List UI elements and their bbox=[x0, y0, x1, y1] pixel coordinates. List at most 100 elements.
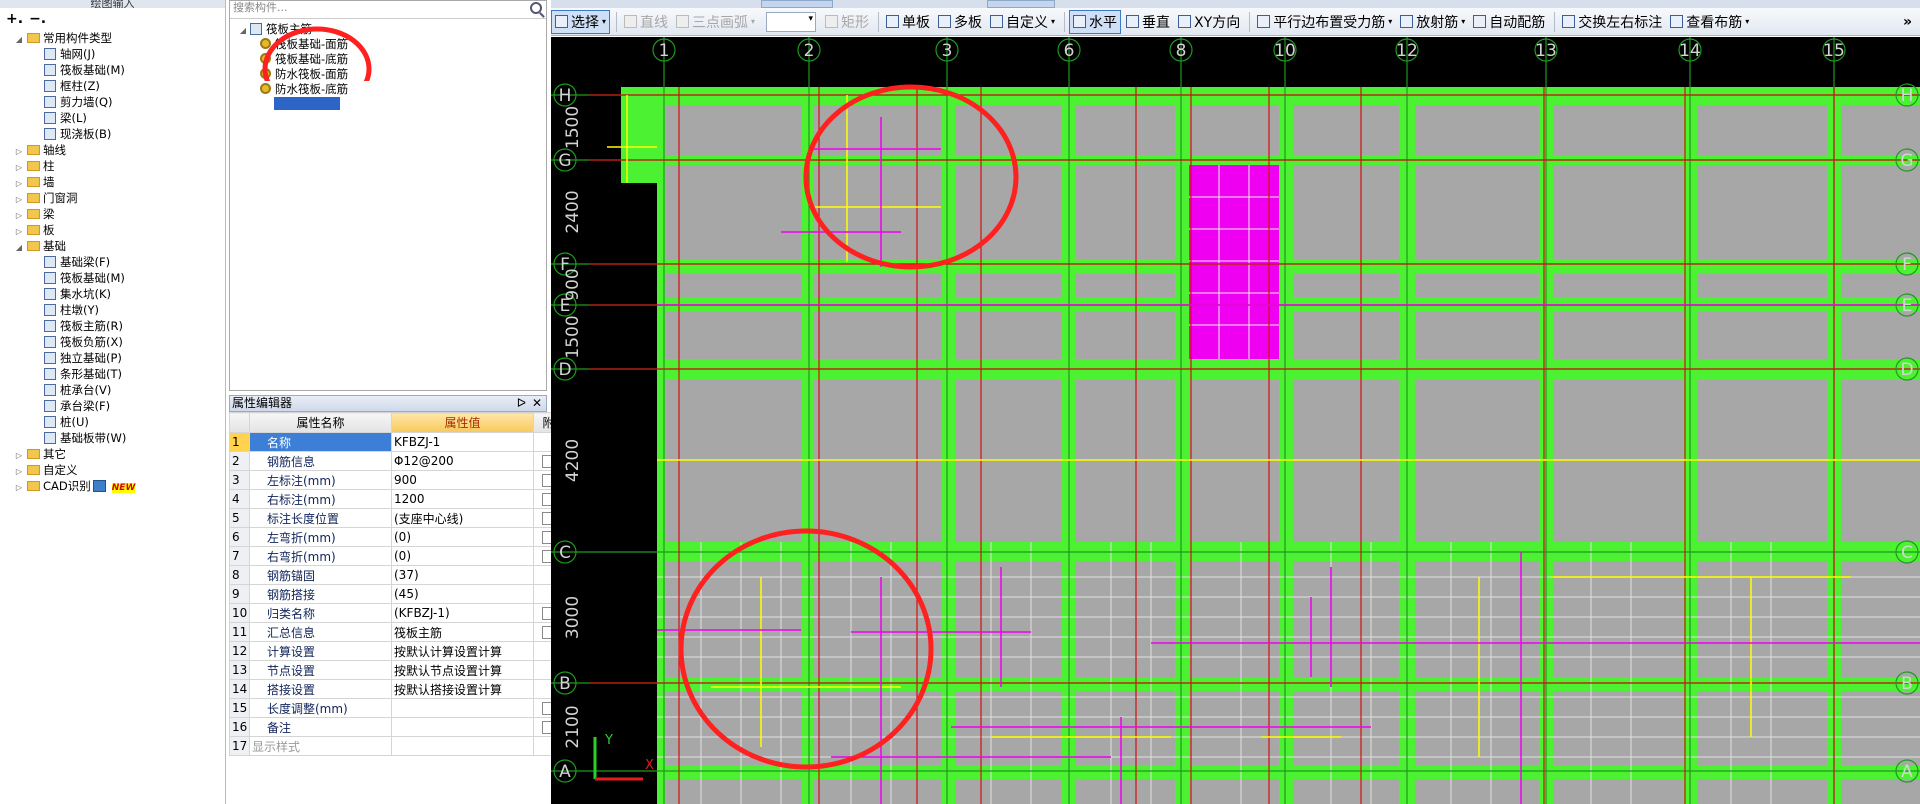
tree-folder[interactable]: ▷ 门窗洞 bbox=[0, 190, 225, 206]
property-row[interactable]: 8 钢筋锚固 (37) bbox=[229, 565, 564, 585]
arc-button[interactable]: 三点画弧 ▾ bbox=[673, 10, 758, 34]
dropdown-arrow-icon[interactable]: ▾ bbox=[1461, 17, 1465, 26]
tree-item[interactable]: 筏板主筋(R) bbox=[0, 318, 225, 334]
view-rebar-button[interactable]: 查看布筋 ▾ bbox=[1667, 10, 1752, 34]
property-row[interactable]: 14 搭接设置 按默认搭接设置计算 bbox=[229, 679, 564, 699]
property-value[interactable]: KFBZJ-1 bbox=[391, 432, 534, 452]
property-row[interactable]: 16 备注 bbox=[229, 717, 564, 737]
dropdown-arrow-icon[interactable]: ▾ bbox=[602, 17, 606, 26]
horizontal-button[interactable]: 水平 bbox=[1069, 9, 1122, 34]
tree-item[interactable]: 独立基础(P) bbox=[0, 350, 225, 366]
tree-folder[interactable]: ◢ 基础 bbox=[0, 238, 225, 254]
tree-item[interactable]: 柱墩(Y) bbox=[0, 302, 225, 318]
pin-icon[interactable]: ᐅ bbox=[517, 396, 526, 411]
property-row[interactable]: 4 右标注(mm) 1200 bbox=[229, 489, 564, 509]
property-row[interactable]: 11 汇总信息 筏板主筋 bbox=[229, 622, 564, 642]
property-value[interactable]: 筏板主筋 bbox=[391, 622, 534, 642]
parallel-rebar-button[interactable]: 平行边布置受力筋 ▾ bbox=[1254, 10, 1395, 34]
tree-item[interactable]: 轴网(J) bbox=[0, 46, 225, 62]
dropdown-arrow-icon[interactable]: ▾ bbox=[1051, 17, 1055, 26]
property-row[interactable]: 15 长度调整(mm) bbox=[229, 698, 564, 718]
property-row[interactable]: 3 左标注(mm) 900 bbox=[229, 470, 564, 490]
tree-folder[interactable]: ▷ CAD识别 NEW bbox=[0, 478, 225, 494]
tree-folder[interactable]: ▷ 轴线 bbox=[0, 142, 225, 158]
line-button[interactable]: 直线 bbox=[621, 10, 671, 34]
dropdown-arrow-icon[interactable]: ▾ bbox=[751, 17, 755, 26]
component-tree-root[interactable]: ◢ 筏板主筋 bbox=[238, 22, 546, 37]
property-row[interactable]: 2 钢筋信息 Φ12@200 bbox=[229, 451, 564, 471]
property-value[interactable]: 按默认节点设置计算 bbox=[391, 660, 534, 680]
radial-rebar-button[interactable]: 放射筋 ▾ bbox=[1397, 10, 1468, 34]
property-value[interactable]: (KFBZJ-1) bbox=[391, 603, 534, 623]
property-value[interactable]: (支座中心线) bbox=[391, 508, 534, 528]
dropdown-arrow-icon[interactable]: ▾ bbox=[1388, 17, 1392, 26]
property-value[interactable]: 按默认搭接设置计算 bbox=[391, 679, 534, 699]
tree-item[interactable]: 基础梁(F) bbox=[0, 254, 225, 270]
tree-item[interactable]: 筏板基础(M) bbox=[0, 62, 225, 78]
property-row[interactable]: 1 名称 KFBZJ-1 bbox=[229, 432, 564, 452]
tree-item[interactable]: 框柱(Z) bbox=[0, 78, 225, 94]
property-row[interactable]: 13 节点设置 按默认节点设置计算 bbox=[229, 660, 564, 680]
close-icon[interactable]: ✕ bbox=[532, 396, 542, 411]
property-row[interactable]: 9 钢筋搭接 (45) bbox=[229, 584, 564, 604]
xy-direction-button[interactable]: XY方向 bbox=[1175, 10, 1243, 34]
swap-labels-button[interactable]: 交换左右标注 bbox=[1559, 10, 1665, 34]
tree-item[interactable]: 集水坑(K) bbox=[0, 286, 225, 302]
property-value[interactable]: 1200 bbox=[391, 489, 534, 509]
tree-folder[interactable]: ▷ 自定义 bbox=[0, 462, 225, 478]
property-row[interactable]: 5 标注长度位置 (支座中心线) bbox=[229, 508, 564, 528]
multi-slab-button[interactable]: 多板 bbox=[935, 10, 985, 34]
property-value[interactable]: 900 bbox=[391, 470, 534, 490]
component-item[interactable]: 防水筏板-底筋 bbox=[238, 82, 546, 97]
auto-rebar-button[interactable]: 自动配筋 bbox=[1470, 10, 1548, 34]
doc-tab[interactable] bbox=[987, 0, 1055, 8]
tree-folder[interactable]: ▷ 墙 bbox=[0, 174, 225, 190]
property-value[interactable] bbox=[391, 698, 534, 718]
dropdown-arrow-icon[interactable]: ▾ bbox=[1745, 17, 1749, 26]
property-row[interactable]: 10 归类名称 (KFBZJ-1) bbox=[229, 603, 564, 623]
tree-item[interactable]: 现浇板(B) bbox=[0, 126, 225, 142]
tree-item[interactable]: 剪力墙(Q) bbox=[0, 94, 225, 110]
tree-folder[interactable]: ▷ 板 bbox=[0, 222, 225, 238]
property-value[interactable]: (45) bbox=[391, 584, 534, 604]
tree-item[interactable]: 筏板负筋(X) bbox=[0, 334, 225, 350]
doc-tab[interactable] bbox=[761, 0, 833, 8]
property-value[interactable] bbox=[391, 736, 534, 756]
single-slab-button[interactable]: 单板 bbox=[883, 10, 933, 34]
search-input[interactable]: 搜索构件... bbox=[230, 1, 546, 19]
property-row[interactable]: 6 左弯折(mm) (0) bbox=[229, 527, 564, 547]
component-item[interactable]: 筏板基础-底筋 bbox=[238, 52, 546, 67]
component-item-selected[interactable] bbox=[238, 97, 546, 112]
tree-item[interactable]: 桩(U) bbox=[0, 414, 225, 430]
property-row[interactable]: 12 计算设置 按默认计算设置计算 bbox=[229, 641, 564, 661]
property-value[interactable]: 按默认计算设置计算 bbox=[391, 641, 534, 661]
tree-item[interactable]: 梁(L) bbox=[0, 110, 225, 126]
tree-folder[interactable]: ▷ 梁 bbox=[0, 206, 225, 222]
tree-folder[interactable]: ▷ 其它 bbox=[0, 446, 225, 462]
property-value[interactable] bbox=[391, 717, 534, 737]
tree-folder[interactable]: ◢ 常用构件类型 bbox=[0, 30, 225, 46]
property-value[interactable]: (0) bbox=[391, 527, 534, 547]
tree-folder[interactable]: ▷ 柱 bbox=[0, 158, 225, 174]
property-row[interactable]: 7 右弯折(mm) (0) bbox=[229, 546, 564, 566]
property-row[interactable]: 17 显示样式 bbox=[229, 736, 564, 756]
tree-item[interactable]: 筏板基础(M) bbox=[0, 270, 225, 286]
tree-item[interactable]: 条形基础(T) bbox=[0, 366, 225, 382]
tree-item[interactable]: 基础板带(W) bbox=[0, 430, 225, 446]
property-value[interactable]: (0) bbox=[391, 546, 534, 566]
component-item[interactable]: 防水筏板-面筋 bbox=[238, 67, 546, 82]
custom-button[interactable]: 自定义 ▾ bbox=[987, 10, 1058, 34]
expand-all-icon[interactable]: +. bbox=[6, 12, 23, 26]
search-icon[interactable] bbox=[530, 2, 542, 14]
more-tools-icon[interactable]: » bbox=[1903, 14, 1912, 30]
arc-mode-select[interactable] bbox=[766, 11, 817, 32]
rect-button[interactable]: 矩形 bbox=[822, 10, 872, 34]
component-item[interactable]: 筏板基础-面筋 bbox=[238, 37, 546, 52]
vertical-button[interactable]: 垂直 bbox=[1123, 10, 1173, 34]
expand-arrow-icon[interactable]: ▷ bbox=[14, 480, 24, 496]
collapse-icon[interactable]: ◢ bbox=[238, 23, 248, 38]
tree-item[interactable]: 承台梁(F) bbox=[0, 398, 225, 414]
tree-item[interactable]: 桩承台(V) bbox=[0, 382, 225, 398]
property-value[interactable]: (37) bbox=[391, 565, 534, 585]
selected-component[interactable] bbox=[274, 97, 340, 110]
